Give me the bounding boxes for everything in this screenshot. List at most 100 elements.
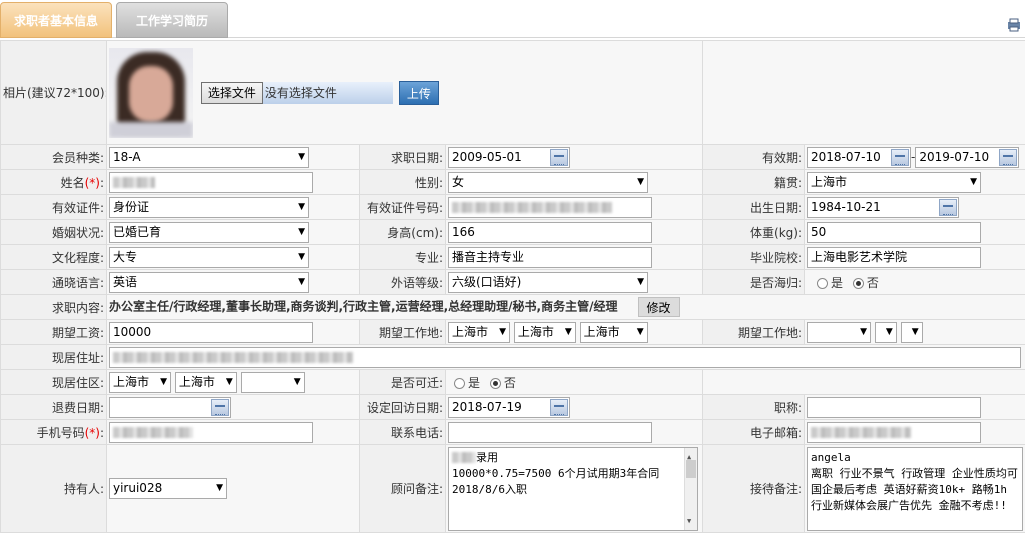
id-number-input[interactable] <box>448 196 652 218</box>
overseas-yes-label: 是 <box>831 275 844 290</box>
language-label: 通晓语言: <box>0 269 107 295</box>
id-number-label: 有效证件号码: <box>359 194 446 220</box>
education-select[interactable]: 大专 ▼ <box>109 246 309 268</box>
chevron-down-icon: ▼ <box>499 326 506 337</box>
calendar-icon <box>550 398 568 416</box>
school-input[interactable]: 上海电影艺术学院 <box>807 246 982 268</box>
work-location-district-select[interactable]: 上海市 ▼ <box>579 321 648 343</box>
id-type-select[interactable]: 身份证 ▼ <box>109 196 309 218</box>
name-input[interactable] <box>109 171 313 193</box>
weight-label: 体重(kg): <box>702 219 806 245</box>
language-level-select[interactable]: 六级(口语好) ▼ <box>448 271 648 293</box>
validity-from-input[interactable]: 2018-07-10 <box>807 146 912 168</box>
email-input[interactable] <box>807 421 982 443</box>
member-type-select[interactable]: 18-A ▼ <box>109 146 309 168</box>
visit-date-label: 设定回访日期: <box>359 394 446 420</box>
member-type-label: 会员种类: <box>0 144 107 170</box>
school-label: 毕业院校: <box>702 244 806 270</box>
consultant-note-label: 顾问备注: <box>359 444 446 533</box>
chevron-down-icon: ▼ <box>298 226 305 237</box>
validity-to-input[interactable]: 2019-07-10 <box>915 146 1020 168</box>
marital-status-label: 婚姻状况: <box>0 219 107 245</box>
print-icon[interactable] <box>1007 18 1021 32</box>
height-input[interactable]: 166 <box>448 221 652 243</box>
photo-label: 相片(建议72*100): <box>0 40 107 145</box>
phone-input[interactable] <box>448 421 652 443</box>
residence-city-select[interactable]: 上海市 ▼ <box>174 371 237 393</box>
hometown-label: 籍贯: <box>702 169 806 195</box>
chevron-down-icon: ▼ <box>298 276 305 287</box>
residence-district-select[interactable]: ▼ <box>240 371 305 393</box>
no-file-chosen-text: 没有选择文件 <box>262 81 393 104</box>
calendar-icon <box>211 398 229 416</box>
scrollbar[interactable]: ▲ ▼ <box>684 447 697 530</box>
work-location-2-district-select[interactable]: ▼ <box>900 321 923 343</box>
relocate-no-radio[interactable] <box>489 377 501 389</box>
reception-note-textarea[interactable]: angela 离职 行业不景气 行政管理 企业性质均可国企最后考虑 英语好薪资1… <box>807 446 1024 531</box>
hometown-select[interactable]: 上海市 ▼ <box>807 171 982 193</box>
gender-label: 性别: <box>359 169 446 195</box>
birth-date-input[interactable]: 1984-10-21 <box>807 196 960 218</box>
applicant-photo <box>109 47 193 138</box>
phone-label: 联系电话: <box>359 419 446 445</box>
upload-button[interactable]: 上传 <box>398 80 439 105</box>
overseas-no-radio[interactable] <box>852 277 864 289</box>
chevron-down-icon: ▼ <box>637 276 644 287</box>
salary-label: 期望工资: <box>0 319 107 345</box>
holder-select[interactable]: yirui028 ▼ <box>109 478 227 499</box>
job-date-label: 求职日期: <box>359 144 446 170</box>
relocate-label: 是否可迁: <box>359 369 446 395</box>
relocate-yes-radio[interactable] <box>454 377 465 389</box>
tab-bar: 求职者基本信息 工作学习简历 <box>0 0 1025 38</box>
work-location-2-label: 期望工作地: <box>702 319 806 345</box>
applicant-form: 相片(建议72*100): 选择文件 没有选择文件 上传 会员种类: 18-A ▼ 求… <box>0 40 1025 533</box>
chevron-down-icon: ▼ <box>636 326 644 337</box>
gender-select[interactable]: 女 ▼ <box>448 171 648 193</box>
calendar-icon <box>939 198 958 216</box>
work-location-label: 期望工作地: <box>359 319 446 345</box>
visit-date-input[interactable]: 2018-07-19 <box>448 396 570 418</box>
choose-file-button[interactable]: 选择文件 <box>200 81 263 104</box>
modify-button[interactable]: 修改 <box>637 297 680 317</box>
chevron-down-icon: ▼ <box>298 251 305 262</box>
job-content-text: 办公室主任/行政经理,董事长助理,商务谈判,行政主管,运营经理,总经理助理/秘书… <box>109 299 618 314</box>
weight-input[interactable]: 50 <box>807 221 982 243</box>
major-input[interactable]: 播音主持专业 <box>448 246 652 268</box>
chevron-down-icon: ▼ <box>885 326 893 337</box>
job-content-label: 求职内容: <box>0 294 107 320</box>
job-date-input[interactable]: 2009-05-01 <box>448 146 570 168</box>
chevron-down-icon: ▼ <box>293 376 301 387</box>
address-input[interactable] <box>109 346 1021 368</box>
salary-input[interactable]: 10000 <box>109 321 313 343</box>
reception-note-label: 接待备注: <box>702 444 806 533</box>
work-location-city-select[interactable]: 上海市 ▼ <box>513 321 576 343</box>
work-location-2-city-select[interactable]: ▼ <box>874 321 897 343</box>
chevron-down-icon: ▼ <box>970 176 978 187</box>
overseas-yes-radio[interactable] <box>817 277 829 289</box>
mobile-label: 手机号码(*): <box>0 419 107 445</box>
work-location-2-province-select[interactable]: ▼ <box>807 321 872 343</box>
tab-basic-info[interactable]: 求职者基本信息 <box>0 2 112 38</box>
chevron-down-icon: ▼ <box>860 326 868 337</box>
chevron-down-icon: ▼ <box>298 201 305 212</box>
tab-work-study-resume[interactable]: 工作学习简历 <box>116 2 228 38</box>
work-location-province-select[interactable]: 上海市 ▼ <box>448 321 510 343</box>
chevron-down-icon: ▼ <box>564 326 572 337</box>
marital-status-select[interactable]: 已婚已育 ▼ <box>109 221 309 243</box>
consultant-note-textarea[interactable]: 录用 10000*0.75=7500 6个月试用期3年合同 2018/8/6入职… <box>448 446 698 531</box>
calendar-icon <box>550 148 568 166</box>
calendar-icon <box>999 148 1018 166</box>
job-title-label: 职称: <box>702 394 806 420</box>
refund-date-input[interactable] <box>109 396 231 418</box>
residence-province-select[interactable]: 上海市 ▼ <box>109 371 171 393</box>
language-select[interactable]: 英语 ▼ <box>109 271 309 293</box>
job-title-input[interactable] <box>807 396 982 418</box>
address-label: 现居住址: <box>0 344 107 370</box>
education-label: 文化程度: <box>0 244 107 270</box>
language-level-label: 外语等级: <box>359 269 446 295</box>
relocate-no-label: 否 <box>503 375 516 390</box>
holder-label: 持有人: <box>0 444 107 533</box>
mobile-input[interactable] <box>109 421 313 443</box>
chevron-down-icon: ▼ <box>225 376 233 387</box>
name-label: 姓名(*): <box>0 169 107 195</box>
